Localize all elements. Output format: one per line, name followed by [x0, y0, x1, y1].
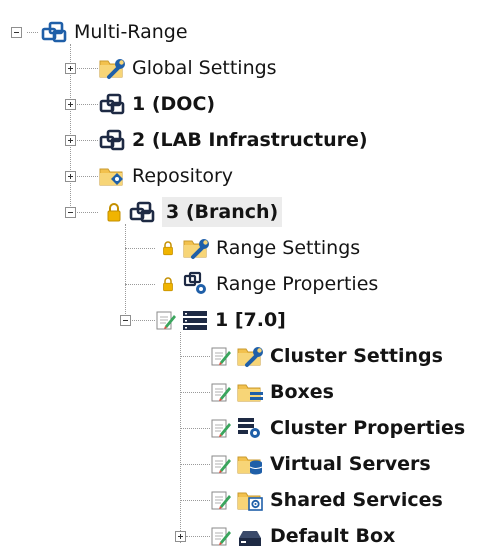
- tree-node-cluster-settings[interactable]: Cluster Settings: [210, 341, 443, 371]
- tree-node-doc[interactable]: 1 (DOC): [98, 89, 215, 119]
- node-label: Shared Services: [270, 489, 443, 511]
- tree-node-cluster[interactable]: 1 [7.0]: [155, 305, 286, 335]
- folder-wrench-icon: [182, 235, 210, 261]
- tree-node-branch[interactable]: 3 (Branch): [106, 197, 283, 227]
- folder-boxes-icon: [236, 379, 264, 405]
- node-label: Multi-Range: [74, 21, 188, 43]
- tree-node-repository[interactable]: Repository: [98, 161, 233, 191]
- range-group-icon: [98, 127, 126, 153]
- tree-node-lab[interactable]: 2 (LAB Infrastructure): [98, 125, 368, 155]
- lock-icon: [162, 274, 174, 294]
- folder-database-icon: [236, 451, 264, 477]
- edit-pencil-icon: [210, 381, 232, 403]
- expand-toggle-global-settings[interactable]: [65, 63, 76, 74]
- edit-pencil-icon: [155, 309, 177, 331]
- folder-wrench-icon: [236, 343, 264, 369]
- folder-repository-icon: [98, 163, 126, 189]
- folder-wrench-icon: [98, 55, 126, 81]
- tree-connector: [125, 224, 126, 320]
- box-icon: [236, 523, 264, 549]
- server-stack-icon: [181, 307, 209, 333]
- node-label: Global Settings: [132, 57, 277, 79]
- configuration-tree: Multi-Range Global Settings 1 (DOC) 2 (L…: [0, 0, 504, 547]
- node-label: 1 (DOC): [132, 93, 216, 115]
- node-label: Virtual Servers: [270, 453, 431, 475]
- tree-node-global-settings[interactable]: Global Settings: [98, 53, 277, 83]
- lock-icon: [162, 238, 174, 258]
- cluster-properties-icon: [236, 415, 264, 441]
- tree-node-root[interactable]: Multi-Range: [40, 17, 188, 47]
- tree-connector: [75, 212, 98, 213]
- tree-connector: [180, 500, 210, 501]
- tree-connector: [180, 464, 210, 465]
- node-label: Cluster Properties: [270, 417, 466, 439]
- folder-gear-icon: [236, 487, 264, 513]
- collapse-toggle-root[interactable]: [11, 27, 22, 38]
- tree-connector: [180, 392, 210, 393]
- tree-node-default-box[interactable]: Default Box: [210, 521, 395, 551]
- node-label: 1 [7.0]: [215, 309, 286, 331]
- node-label: 3 (Branch): [162, 197, 283, 227]
- tree-connector: [186, 536, 210, 537]
- expand-toggle-repository[interactable]: [65, 171, 76, 182]
- node-label: Repository: [132, 165, 234, 187]
- collapse-toggle-cluster[interactable]: [120, 315, 131, 326]
- edit-pencil-icon: [210, 417, 232, 439]
- tree-node-range-properties[interactable]: Range Properties: [162, 269, 378, 299]
- range-group-icon: [128, 199, 156, 225]
- tree-node-virtual-servers[interactable]: Virtual Servers: [210, 449, 431, 479]
- expand-toggle-doc[interactable]: [65, 99, 76, 110]
- node-label: Default Box: [270, 525, 396, 547]
- tree-node-cluster-properties[interactable]: Cluster Properties: [210, 413, 465, 443]
- tree-connector: [125, 284, 155, 285]
- tree-connector: [75, 68, 98, 69]
- lock-icon: [106, 202, 122, 222]
- node-label: Range Settings: [216, 237, 361, 259]
- tree-connector: [75, 104, 98, 105]
- tree-connector: [180, 356, 210, 357]
- range-group-icon: [98, 91, 126, 117]
- tree-connector: [180, 332, 181, 543]
- collapse-toggle-branch[interactable]: [65, 207, 76, 218]
- node-label: Cluster Settings: [270, 345, 443, 367]
- tree-connector: [125, 248, 155, 249]
- tree-node-range-settings[interactable]: Range Settings: [162, 233, 360, 263]
- edit-pencil-icon: [210, 489, 232, 511]
- tree-node-shared-services[interactable]: Shared Services: [210, 485, 443, 515]
- node-label: Range Properties: [216, 273, 379, 295]
- node-label: 2 (LAB Infrastructure): [132, 129, 368, 151]
- tree-connector: [75, 176, 98, 177]
- edit-pencil-icon: [210, 345, 232, 367]
- edit-pencil-icon: [210, 525, 232, 547]
- tree-connector: [27, 32, 38, 33]
- tree-node-boxes[interactable]: Boxes: [210, 377, 334, 407]
- expand-toggle-lab[interactable]: [65, 135, 76, 146]
- tree-connector: [75, 140, 98, 141]
- range-group-icon: [40, 19, 68, 45]
- tree-connector: [130, 320, 155, 321]
- range-properties-icon: [182, 271, 210, 297]
- expand-toggle-default-box[interactable]: [175, 531, 186, 542]
- edit-pencil-icon: [210, 453, 232, 475]
- tree-connector: [180, 428, 210, 429]
- node-label: Boxes: [270, 381, 334, 403]
